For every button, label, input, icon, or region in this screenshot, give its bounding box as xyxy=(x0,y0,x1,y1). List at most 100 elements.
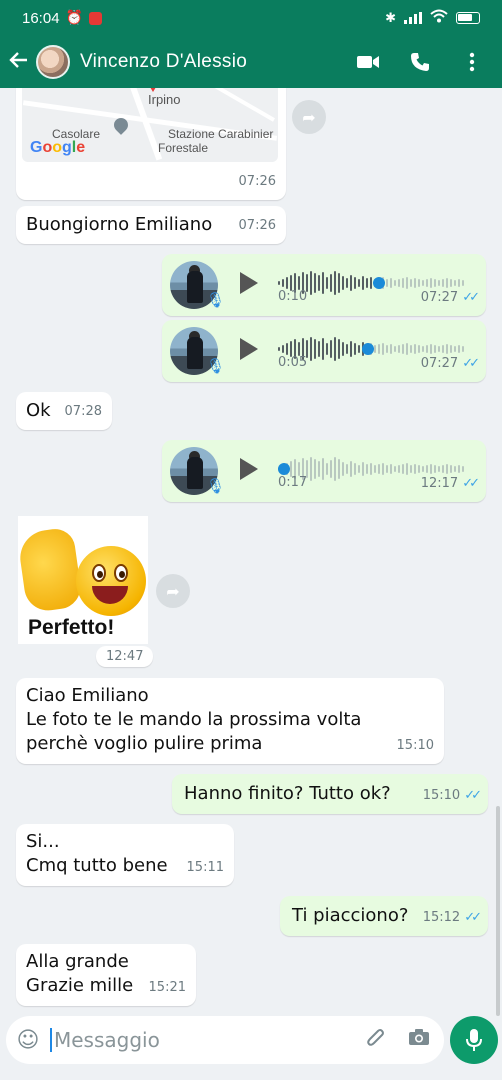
message-text: Hanno finito? Tutto ok? xyxy=(184,783,391,804)
play-button[interactable] xyxy=(240,272,258,294)
message-line: perchè voglio pulire prima xyxy=(26,733,263,754)
chat-header: Vincenzo D'Alessio xyxy=(0,36,502,88)
playback-position[interactable] xyxy=(361,343,374,355)
waveform-bar xyxy=(354,343,356,355)
incoming-message[interactable]: Buongiorno Emiliano 07:26 xyxy=(16,206,286,244)
sticker-message[interactable]: Perfetto! xyxy=(16,516,148,644)
waveform-bar xyxy=(418,465,420,473)
waveform-bar xyxy=(342,342,344,356)
waveform-bar xyxy=(398,465,400,473)
contact-name[interactable]: Vincenzo D'Alessio xyxy=(80,51,247,73)
voice-message[interactable]: 🎙 0:05 07:27 ✓✓ xyxy=(162,320,486,382)
waveform-bar xyxy=(334,457,336,481)
waveform-bar xyxy=(314,339,316,359)
signal-icon xyxy=(404,12,422,24)
chat-scrollbar[interactable] xyxy=(496,806,500,1016)
message-time: 15:21 xyxy=(148,980,186,995)
waveform-bar xyxy=(322,458,324,480)
voice-duration: 0:05 xyxy=(278,355,308,370)
waveform-bar xyxy=(362,462,364,476)
play-button[interactable] xyxy=(240,458,258,480)
waveform-bar xyxy=(418,279,420,287)
video-camera-icon[interactable] xyxy=(354,48,382,76)
waveform-bar xyxy=(398,279,400,287)
waveform-bar xyxy=(402,278,404,288)
phone-icon[interactable] xyxy=(406,48,434,76)
waveform-bar xyxy=(402,464,404,474)
incoming-message[interactable]: Alla grande Grazie mille 15:21 xyxy=(16,944,196,1006)
message-line: Alla grande xyxy=(26,951,129,972)
voice-message[interactable]: 🎙 0:10 07:27 ✓✓ xyxy=(162,254,486,316)
battery-icon xyxy=(456,12,480,24)
waveform-bar xyxy=(342,276,344,290)
waveform-bar xyxy=(342,462,344,476)
status-time: 16:04 xyxy=(22,9,60,27)
microphone-icon[interactable] xyxy=(450,1016,498,1064)
message-text: Buongiorno Emiliano xyxy=(26,214,213,235)
arrow-left-icon[interactable] xyxy=(2,48,36,76)
paperclip-icon[interactable] xyxy=(366,1027,386,1054)
waveform-bar xyxy=(390,464,392,474)
message-text: Ciao Emiliano Le foto te le mando la pro… xyxy=(26,684,361,756)
incoming-message[interactable]: Si... Cmq tutto bene 15:11 xyxy=(16,824,234,886)
playback-position[interactable] xyxy=(372,277,385,289)
waveform-bar xyxy=(378,344,380,354)
play-button[interactable] xyxy=(240,338,258,360)
message-text: Si... Cmq tutto bene xyxy=(26,830,168,878)
read-ticks-icon: ✓✓ xyxy=(462,356,480,371)
waveform-bar xyxy=(314,459,316,479)
voice-duration: 0:10 xyxy=(278,289,308,304)
emoji-icon[interactable]: ☺ xyxy=(6,1028,50,1053)
alarm-icon: ⏰ xyxy=(65,10,83,26)
message-line: Le foto te le mando la prossima volta xyxy=(26,709,362,730)
waveform-bar xyxy=(326,343,328,355)
voice-duration: 0:17 xyxy=(278,475,308,490)
message-line: Grazie mille xyxy=(26,975,134,996)
read-ticks-icon: ✓✓ xyxy=(462,290,480,305)
location-message[interactable]: Monteforte Irpino Casolare Stazione Cara… xyxy=(16,88,286,200)
message-meta: 07:26 xyxy=(239,170,276,194)
forward-icon[interactable]: ➦ xyxy=(156,574,190,608)
waveform-bar xyxy=(366,278,368,288)
waveform-bar xyxy=(358,465,360,473)
message-time: 15:10 xyxy=(396,738,434,753)
waveform-bar xyxy=(350,341,352,357)
more-vertical-icon[interactable] xyxy=(458,48,486,76)
message-time: 07:26 xyxy=(238,174,276,189)
waveform-bar xyxy=(394,466,396,472)
chat-messages[interactable]: Monteforte Irpino Casolare Stazione Cara… xyxy=(0,88,502,1010)
waveform-bar xyxy=(374,465,376,473)
outgoing-message[interactable]: Hanno finito? Tutto ok? 15:10 ✓✓ xyxy=(172,774,488,814)
voice-message[interactable]: 🎙 0:17 12:17 ✓✓ xyxy=(162,440,486,502)
incoming-message[interactable]: Ok 07:28 xyxy=(16,392,112,430)
waveform-bar xyxy=(322,338,324,360)
message-input[interactable]: ☺ Messaggio xyxy=(6,1016,444,1064)
message-time: 07:27 xyxy=(420,356,459,371)
waveform-bar xyxy=(374,345,376,353)
map-preview[interactable]: Monteforte Irpino Casolare Stazione Cara… xyxy=(22,88,278,162)
map-label: Forestale Monteforte... xyxy=(158,141,209,155)
waveform-bar xyxy=(346,278,348,288)
waveform-bar xyxy=(378,464,380,474)
waveform-bar xyxy=(310,337,312,361)
message-text: Ti piacciono? xyxy=(292,905,409,926)
outgoing-message[interactable]: Ti piacciono? 15:12 ✓✓ xyxy=(280,896,488,936)
message-time: 07:26 xyxy=(238,218,276,233)
waveform-bar xyxy=(318,275,320,291)
waveform-bar xyxy=(310,271,312,295)
notification-icon xyxy=(88,11,102,25)
forward-icon[interactable]: ➦ xyxy=(292,100,326,134)
incoming-message[interactable]: Ciao Emiliano Le foto te le mando la pro… xyxy=(16,678,444,764)
contact-avatar[interactable] xyxy=(36,45,70,79)
camera-icon[interactable] xyxy=(408,1027,430,1054)
waveform-bar xyxy=(354,277,356,289)
smiley-icon xyxy=(76,546,146,616)
waveform-bar xyxy=(406,463,408,475)
waveform-bar xyxy=(418,345,420,353)
message-time: 15:12 xyxy=(422,910,461,925)
waveform-bar xyxy=(326,277,328,289)
microphone-icon: 🎙 xyxy=(206,477,226,495)
message-time: 15:10 xyxy=(422,788,461,803)
message-placeholder[interactable]: Messaggio xyxy=(50,1028,160,1052)
waveform-bar xyxy=(414,278,416,288)
